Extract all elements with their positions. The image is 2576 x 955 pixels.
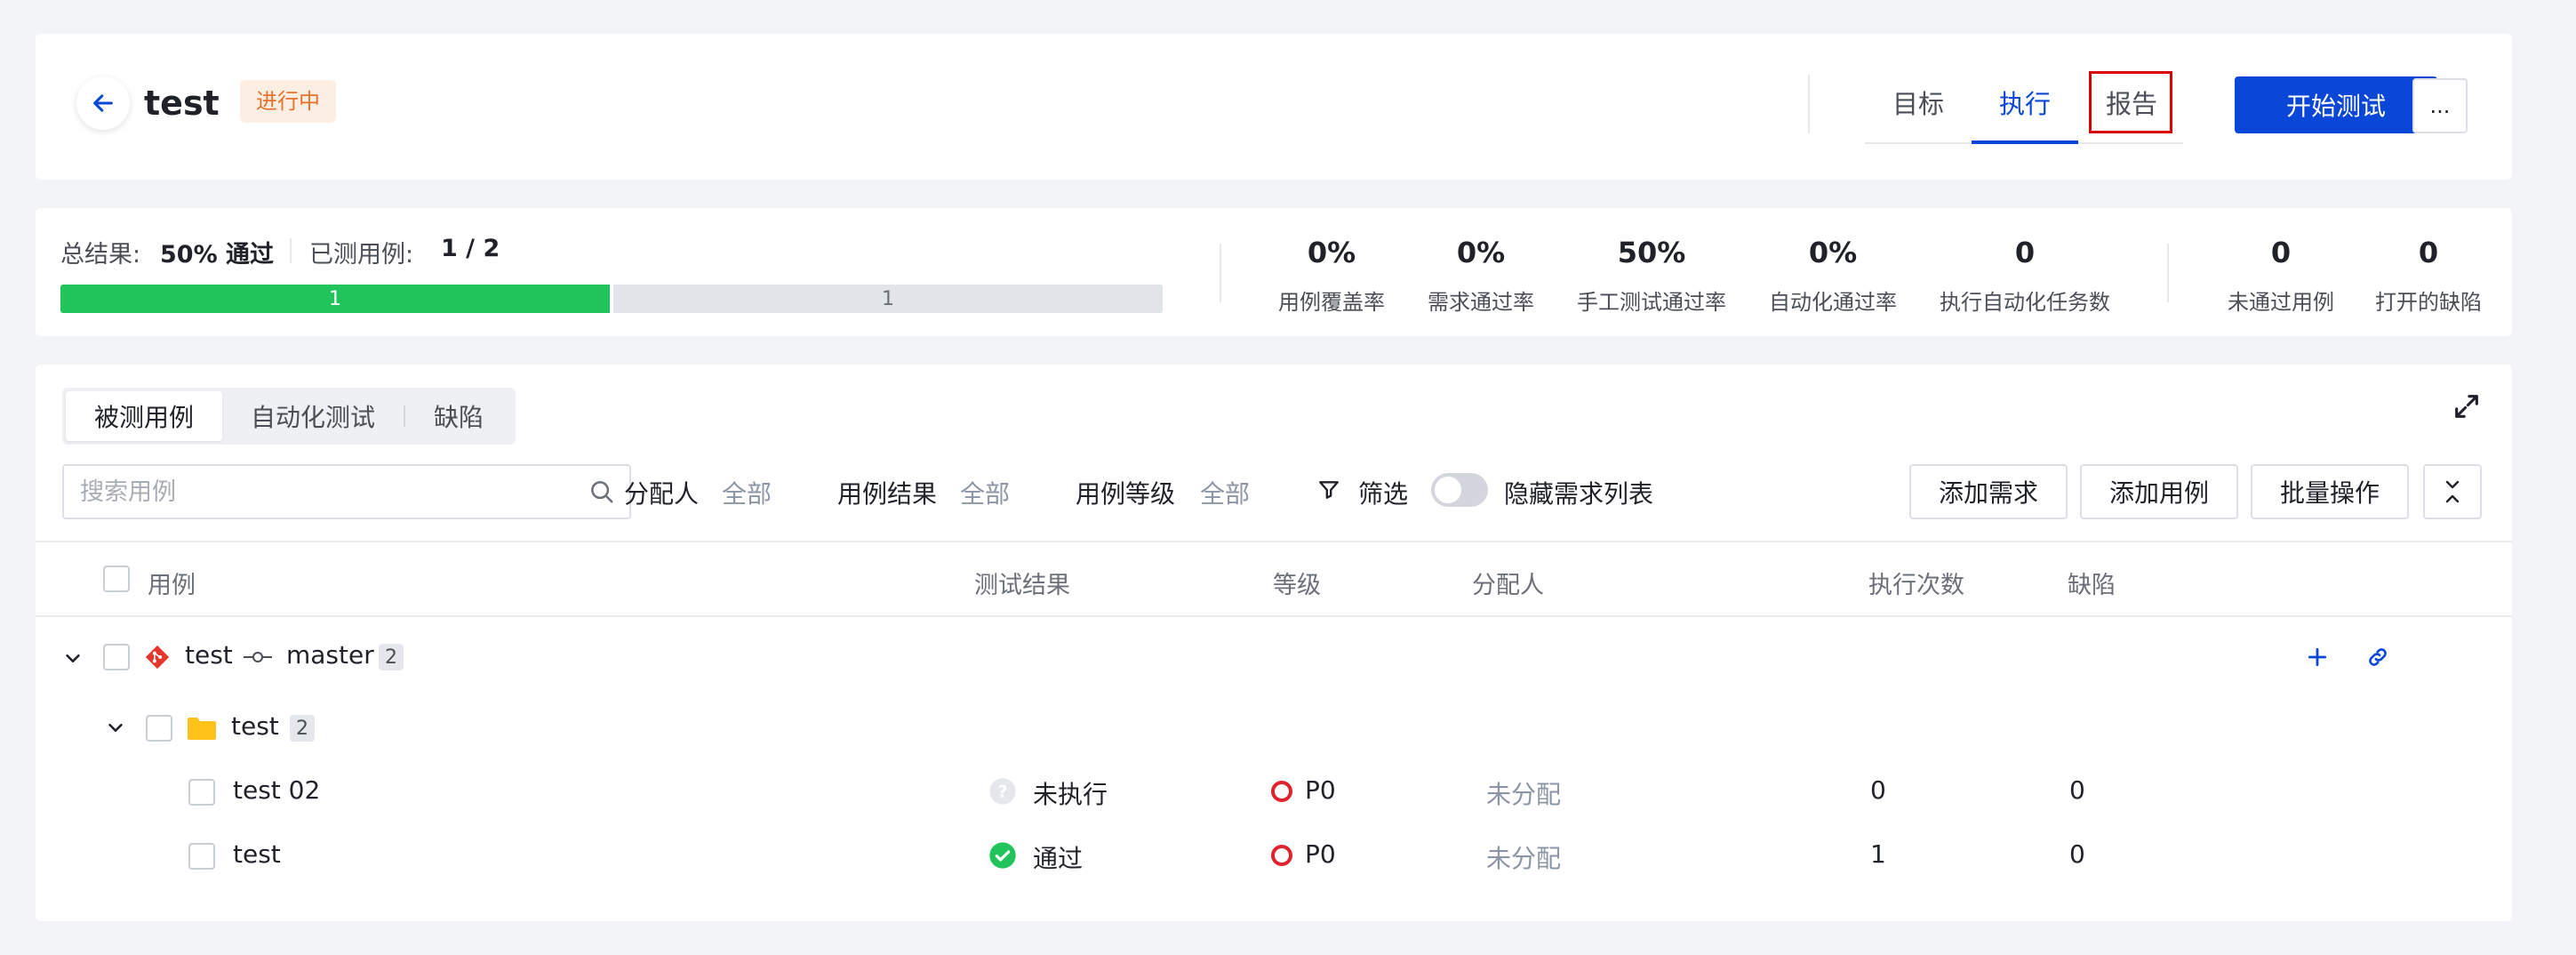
filter-result-label: 用例结果	[837, 479, 938, 509]
not-executed-icon: ?	[988, 777, 1017, 806]
tab-goal[interactable]: 目标	[1865, 66, 1972, 142]
metric-failed-cases: 0 未通过用例	[2228, 236, 2334, 315]
main-card: 被测用例 自动化测试 缺陷 分配人 全部 用例结果 全部 用例等级 全部 筛选 …	[36, 365, 2512, 921]
column-case: 用例	[148, 572, 196, 599]
column-run-count: 执行次数	[1868, 572, 1964, 599]
case-defects: 0	[2069, 839, 2085, 869]
metric-requirement-pass: 0% 需求通过率	[1428, 236, 1534, 315]
filter-button-label[interactable]: 筛选	[1358, 475, 1408, 510]
passed-check-icon	[988, 841, 1017, 870]
metric-open-defects: 0 打开的缺陷	[2375, 236, 2482, 315]
collapse-icon	[2445, 480, 2460, 503]
tab-automation[interactable]: 自动化测试	[222, 391, 404, 441]
tested-cases-value: 1 / 2	[441, 235, 500, 262]
header-divider	[1808, 75, 1810, 133]
summary-inner-divider	[290, 238, 292, 263]
back-button[interactable]	[76, 76, 130, 130]
progress-remaining-segment: 1	[613, 285, 1163, 313]
filter-level-label: 用例等级	[1076, 479, 1176, 509]
fullscreen-icon[interactable]	[2452, 391, 2482, 421]
filter-icon[interactable]	[1316, 477, 1342, 503]
active-tab-underline	[1972, 140, 2078, 144]
filter-level-value[interactable]: 全部	[1200, 475, 1250, 510]
summary-divider-2	[2167, 244, 2169, 302]
add-case-button[interactable]: 添加用例	[2080, 464, 2238, 519]
search-icon[interactable]	[588, 478, 615, 505]
git-icon	[144, 644, 171, 670]
branch-name: master	[286, 640, 374, 670]
link-icon[interactable]	[2364, 644, 2391, 670]
add-icon[interactable]	[2304, 644, 2331, 670]
start-test-button[interactable]: 开始测试	[2235, 76, 2437, 133]
repo-name: test	[185, 640, 233, 670]
filter-result-value[interactable]: 全部	[960, 475, 1010, 510]
tab-defects[interactable]: 缺陷	[405, 391, 512, 441]
more-button[interactable]: ...	[2412, 78, 2468, 133]
folder-icon	[187, 715, 217, 742]
select-all-checkbox[interactable]	[103, 566, 130, 592]
repo-count-badge: 2	[379, 644, 404, 670]
filter-assignee-label: 分配人	[624, 479, 700, 509]
tested-cases-label: 已测用例:	[309, 241, 414, 269]
metric-automation-tasks: 0 执行自动化任务数	[1940, 236, 2110, 315]
collapse-button[interactable]	[2423, 464, 2482, 519]
case-result: 通过	[1033, 844, 1084, 873]
search-box	[62, 464, 631, 519]
metric-manual-pass: 50% 手工测试通过率	[1577, 236, 1726, 315]
repo-checkbox[interactable]	[103, 644, 130, 670]
column-test-result: 测试结果	[974, 572, 1070, 599]
column-level: 等级	[1273, 572, 1321, 599]
tab-execute[interactable]: 执行	[1972, 66, 2078, 142]
row-checkbox[interactable]	[188, 779, 215, 806]
overall-result-label: 总结果:	[60, 241, 141, 269]
batch-operation-button[interactable]: 批量操作	[2251, 464, 2409, 519]
column-defects: 缺陷	[2068, 572, 2116, 599]
hide-requirements-label: 隐藏需求列表	[1504, 479, 1654, 509]
arrow-left-icon	[93, 94, 113, 112]
folder-count-badge: 2	[290, 715, 315, 742]
case-name[interactable]: test	[233, 839, 281, 869]
metric-automation-pass: 0% 自动化通过率	[1769, 236, 1897, 315]
report-tab-highlight	[2089, 71, 2172, 133]
case-run-count: 1	[1870, 839, 1886, 869]
priority-icon	[1271, 845, 1292, 866]
column-assignee: 分配人	[1472, 572, 1544, 599]
case-assignee[interactable]: 未分配	[1486, 775, 1561, 811]
progress-passed-segment: 1	[60, 285, 610, 313]
case-run-count: 0	[1870, 775, 1886, 805]
table-header: 用例 测试结果 等级 分配人 执行次数 缺陷	[36, 541, 2512, 617]
row-checkbox[interactable]	[188, 843, 215, 870]
metric-case-coverage: 0% 用例覆盖率	[1278, 236, 1385, 315]
hide-requirements-toggle[interactable]	[1431, 473, 1488, 507]
segmented-tabs: 被测用例 自动化测试 缺陷	[62, 388, 516, 445]
folder-checkbox[interactable]	[146, 715, 172, 742]
overall-result-value: 50% 通过	[160, 241, 275, 269]
summary-divider-1	[1220, 244, 1221, 302]
search-input[interactable]	[78, 477, 588, 507]
case-assignee[interactable]: 未分配	[1486, 839, 1561, 875]
tab-tested-cases[interactable]: 被测用例	[66, 391, 223, 441]
case-name[interactable]: test 02	[233, 775, 320, 805]
chevron-down-icon[interactable]	[103, 715, 128, 740]
svg-text:?: ?	[998, 783, 1008, 802]
summary-card: 总结果: 50% 通过 已测用例: 1 / 2 1 1 0% 用例覆盖率 0% 需求…	[36, 208, 2512, 336]
filter-assignee-value[interactable]: 全部	[722, 475, 772, 510]
case-result: 未执行	[1033, 780, 1108, 809]
page-title: test	[144, 84, 220, 123]
header-card: test 进行中 目标 执行 报告 开始测试 ...	[36, 34, 2512, 180]
branch-icon	[242, 646, 274, 669]
status-badge: 进行中	[240, 80, 336, 123]
case-level: P0	[1305, 775, 1336, 805]
add-requirement-button[interactable]: 添加需求	[1909, 464, 2068, 519]
chevron-down-icon[interactable]	[60, 646, 85, 670]
folder-name: test	[231, 711, 279, 741]
result-progress-bar: 1 1	[60, 285, 1163, 313]
priority-icon	[1271, 781, 1292, 802]
case-level: P0	[1305, 839, 1336, 869]
case-defects: 0	[2069, 775, 2085, 805]
